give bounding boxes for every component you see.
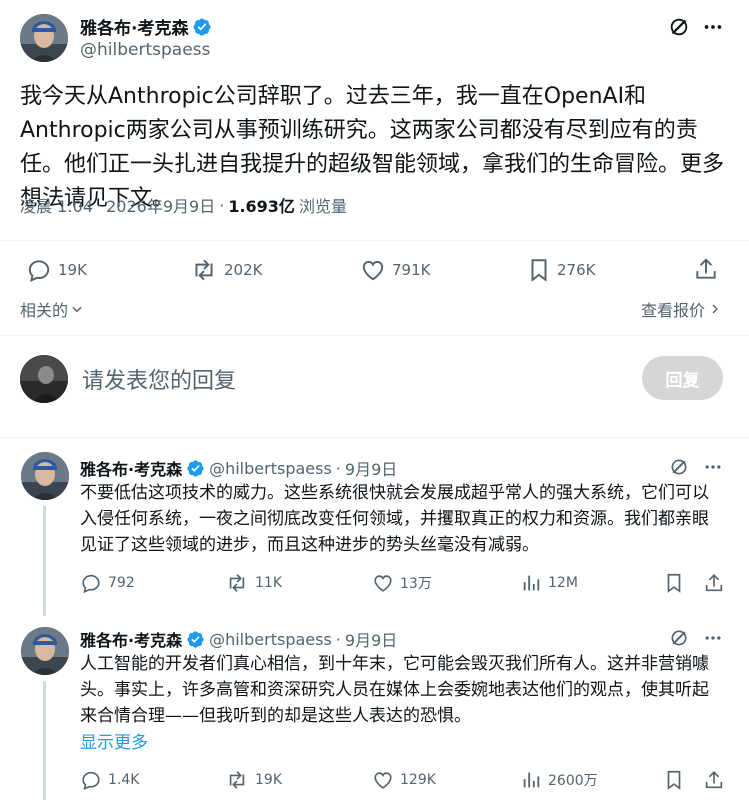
related-dropdown[interactable]: 相关的 [20,297,84,321]
reply-input[interactable]: 请发表您的回复 [82,363,236,395]
author-avatar[interactable] [21,627,69,675]
reply-count: 1.4K [108,772,140,788]
reply-icon [80,572,102,594]
share-button[interactable] [703,769,725,791]
author-avatar[interactable] [21,452,69,500]
repost-icon [190,257,218,283]
meta-separator: · [97,195,103,215]
reply-button[interactable]: 19K [26,257,87,283]
views-count: 2600万 [548,773,598,789]
my-avatar[interactable] [20,355,68,403]
views-button[interactable]: 2600万 [520,769,598,791]
share-icon [703,769,725,791]
bookmark-icon [663,572,685,594]
author-handle[interactable]: @hilbertspaess [209,630,332,649]
more-icon[interactable] [700,454,726,480]
author-name[interactable]: 雅各布·考克森 [80,456,182,480]
chevron-down-icon [70,302,84,316]
tweet-date[interactable]: 9月9日 [345,627,397,651]
meta-separator: · [219,195,225,215]
bookmark-button[interactable] [663,769,685,791]
views-button[interactable]: 12M [520,572,578,594]
more-icon[interactable] [700,14,726,40]
chevron-right-icon [709,302,721,316]
repost-count: 202K [224,261,263,279]
reply-icon [26,257,52,283]
repost-button[interactable]: 202K [190,257,262,283]
grok-icon[interactable] [666,14,692,40]
meta-separator: · [335,629,341,649]
tweet-date[interactable]: 2026年9月9日 [106,193,215,217]
show-more-link[interactable]: 显示更多 [80,728,148,753]
reply-count: 792 [108,575,135,591]
divider [0,335,749,336]
reply-button[interactable]: 792 [80,572,135,594]
quotes-label: 查看报价 [640,301,705,320]
view-quotes-link[interactable]: 查看报价 [641,297,721,321]
grok-icon[interactable] [666,625,692,651]
share-icon [693,256,719,282]
views-icon [520,572,542,594]
repost-button[interactable]: 19K [225,769,282,791]
author-handle[interactable]: @hilbertspaess [80,40,210,60]
like-icon [372,769,394,791]
like-icon [372,572,394,594]
tweet-time[interactable]: 凌晨 1:04 [20,193,93,217]
verified-badge-icon [186,630,205,649]
share-button[interactable] [703,572,725,594]
related-label: 相关的 [20,301,69,320]
like-button[interactable]: 13万 [372,572,432,594]
like-count: 13万 [400,576,432,592]
tweet-date[interactable]: 9月9日 [345,456,397,480]
reply-count: 19K [58,261,87,279]
repost-icon [225,769,249,791]
tweet-text: 人工智能的开发者们真心相信，到十年末，它可能会毁灭我们所有人。这并非营销噱头。事… [80,654,709,726]
reply-button[interactable]: 1.4K [80,769,139,791]
like-button[interactable]: 791K [360,257,430,283]
author-name[interactable]: 雅各布·考克森 [80,14,188,39]
divider [0,437,749,438]
bookmark-icon [527,257,551,283]
repost-count: 19K [255,772,282,788]
share-icon [703,572,725,594]
views-label: 浏览量 [298,197,347,216]
tweet-meta: 凌晨 1:04 · 2026年9月9日 · 1.693亿 浏览量 [20,193,347,217]
bookmark-button[interactable] [663,572,685,594]
views-count[interactable]: 1.693亿 [228,193,295,217]
divider [0,240,749,241]
thread-connector [43,506,46,616]
verified-badge-icon [192,17,212,37]
like-button[interactable]: 129K [372,769,436,791]
share-button[interactable] [693,256,719,282]
repost-button[interactable]: 11K [225,572,282,594]
repost-icon [225,572,249,594]
author-avatar[interactable] [20,14,68,62]
grok-icon[interactable] [666,454,692,480]
more-icon[interactable] [700,625,726,651]
bookmark-button[interactable]: 276K [527,257,595,283]
verified-badge-icon [186,459,205,478]
like-count: 129K [400,772,436,788]
like-icon [360,257,386,283]
reply-icon [80,769,102,791]
views-count: 12M [548,575,578,591]
meta-separator: · [335,458,341,478]
like-count: 791K [392,261,431,279]
author-name[interactable]: 雅各布·考克森 [80,627,182,651]
views-icon [520,769,542,791]
bookmark-count: 276K [557,261,596,279]
reply-submit-button[interactable]: 回复 [642,356,723,400]
repost-count: 11K [255,575,282,591]
bookmark-icon [663,769,685,791]
thread-connector [43,681,46,800]
author-handle[interactable]: @hilbertspaess [209,459,332,478]
tweet-text: 不要低估这项技术的威力。这些系统很快就会发展成超乎常人的强大系统，它们可以入侵任… [80,483,709,555]
